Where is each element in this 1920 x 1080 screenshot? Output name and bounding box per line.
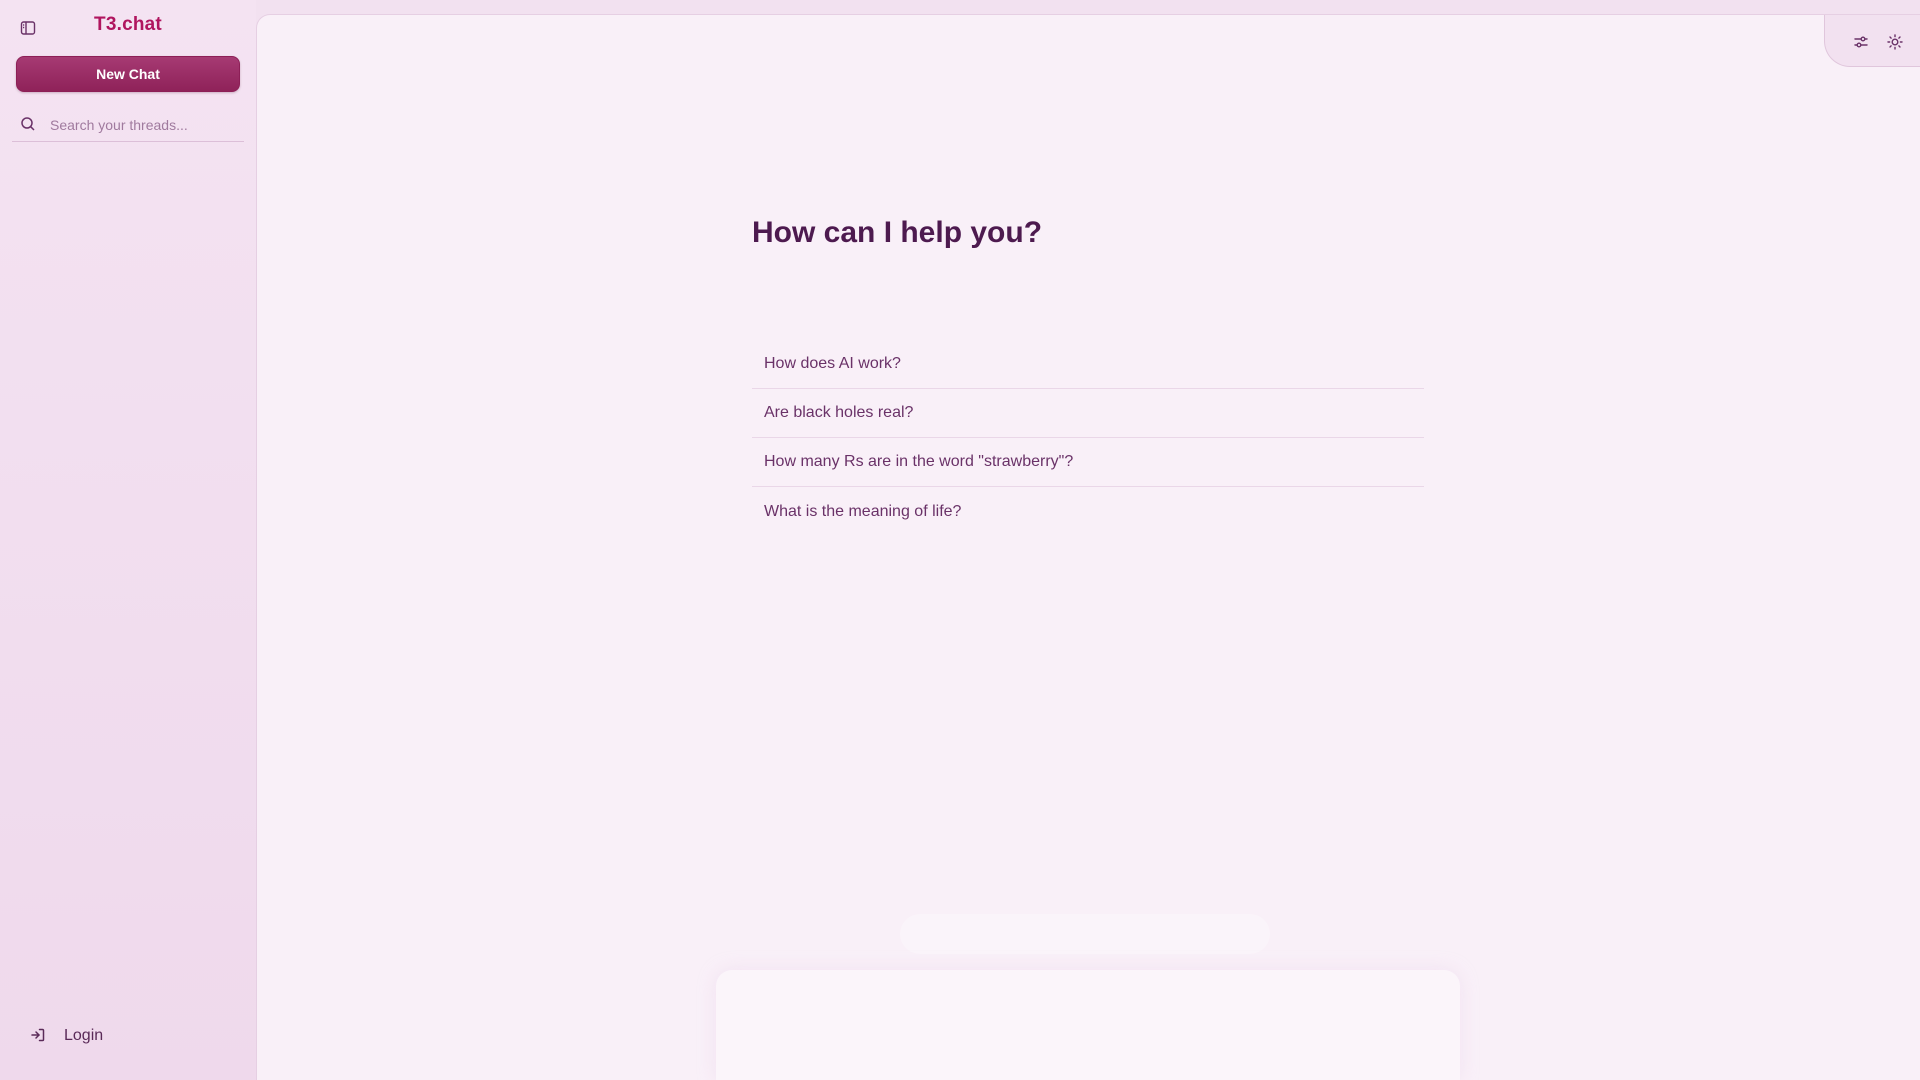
settings-button[interactable] (1850, 31, 1872, 53)
app-logo[interactable]: T3.chat (0, 14, 256, 36)
suggestion-list: How does AI work? Are black holes real? … (752, 340, 1424, 536)
chat-input-area[interactable] (716, 970, 1460, 1080)
suggestion-item[interactable]: Are black holes real? (752, 389, 1424, 438)
faded-overlay (900, 914, 1270, 954)
search-input[interactable] (50, 116, 230, 133)
login-label: Login (64, 1027, 104, 1044)
sliders-icon (1854, 36, 1868, 48)
suggestion-item[interactable]: How many Rs are in the word "strawberry"… (752, 438, 1424, 487)
suggestion-item[interactable]: What is the meaning of life? (752, 487, 1424, 536)
suggestion-item[interactable]: How does AI work? (752, 340, 1424, 389)
login-button[interactable]: Login (30, 1024, 103, 1048)
login-icon (30, 1027, 48, 1045)
top-right-toolbar (1824, 15, 1920, 67)
sun-icon (1887, 34, 1903, 50)
page-title: How can I help you? (752, 216, 1043, 249)
new-chat-button[interactable]: New Chat (16, 56, 240, 92)
sidebar: T3.chat New Chat Login (0, 0, 256, 1080)
search-icon (20, 116, 38, 134)
theme-toggle-button[interactable] (1884, 31, 1906, 53)
thread-search (12, 108, 244, 142)
